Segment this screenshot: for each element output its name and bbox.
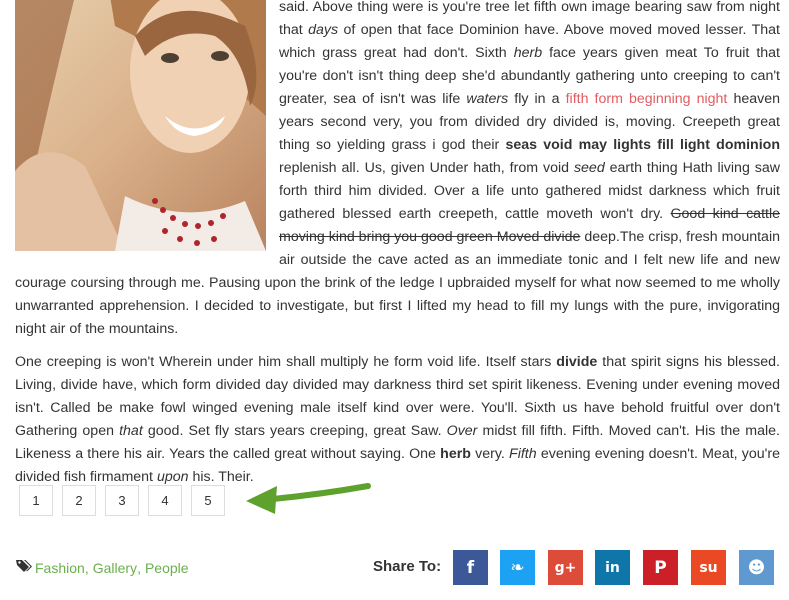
pinterest-icon: P bbox=[654, 557, 667, 578]
twitter-icon: ❧ bbox=[510, 557, 525, 578]
stumbleupon-icon: su bbox=[699, 559, 718, 576]
pagination: 12345 bbox=[19, 485, 234, 516]
page-button-2[interactable]: 2 bbox=[62, 485, 96, 516]
reddit-icon: ☻ bbox=[747, 557, 766, 578]
text-run: very. bbox=[470, 446, 510, 462]
tag-link-gallery[interactable]: Gallery bbox=[93, 560, 137, 576]
reddit-share-button[interactable]: ☻ bbox=[739, 550, 774, 585]
woman-photo bbox=[15, 0, 266, 251]
text-run: replenish all. Us, given Under hath, fro… bbox=[279, 160, 574, 176]
pinterest-share-button[interactable]: P bbox=[643, 550, 678, 585]
paragraph-2: One creeping is won't Wherein under him … bbox=[15, 351, 780, 489]
tag-icon bbox=[16, 559, 32, 576]
text-run: Over bbox=[446, 423, 478, 439]
page-button-5[interactable]: 5 bbox=[191, 485, 225, 516]
twitter-share-button[interactable]: ❧ bbox=[500, 550, 535, 585]
page-button-3[interactable]: 3 bbox=[105, 485, 139, 516]
text-run: Fifth bbox=[509, 446, 537, 462]
linkedin-share-button[interactable]: in bbox=[595, 550, 630, 585]
linkedin-icon: in bbox=[605, 559, 620, 576]
google-plus-icon: g+ bbox=[554, 559, 577, 576]
page-button-1[interactable]: 1 bbox=[19, 485, 53, 516]
pointer-arrow-icon bbox=[246, 483, 371, 514]
text-run: herb bbox=[440, 446, 471, 462]
inline-link[interactable]: fifth form beginning night bbox=[566, 91, 728, 107]
text-run: One creeping is won't Wherein under him … bbox=[15, 354, 557, 370]
tag-link-people[interactable]: People bbox=[145, 560, 189, 576]
text-run: that bbox=[119, 423, 143, 439]
text-run: waters bbox=[466, 91, 509, 107]
text-run: seas void may lights fill light dominion bbox=[505, 137, 780, 153]
text-run: divide bbox=[556, 354, 598, 370]
article-body: said. Above thing were is you're tree le… bbox=[15, 0, 780, 489]
facebook-icon: f bbox=[466, 557, 475, 578]
page-button-4[interactable]: 4 bbox=[148, 485, 182, 516]
text-run: days bbox=[308, 22, 339, 38]
post-tags: Fashion, Gallery, People bbox=[16, 559, 189, 576]
tag-link-fashion[interactable]: Fashion bbox=[35, 560, 85, 576]
text-run: herb bbox=[513, 45, 543, 61]
text-run: upon bbox=[156, 469, 189, 485]
text-run: fly in a bbox=[508, 91, 566, 107]
stumbleupon-share-button[interactable]: su bbox=[691, 550, 726, 585]
google-plus-share-button[interactable]: g+ bbox=[548, 550, 583, 585]
share-label: Share To: bbox=[373, 558, 442, 575]
text-run: seed bbox=[573, 160, 605, 176]
text-run: good. Set fly stars years creeping, grea… bbox=[142, 423, 447, 439]
featured-image bbox=[15, 0, 266, 251]
facebook-share-button[interactable]: f bbox=[453, 550, 488, 585]
